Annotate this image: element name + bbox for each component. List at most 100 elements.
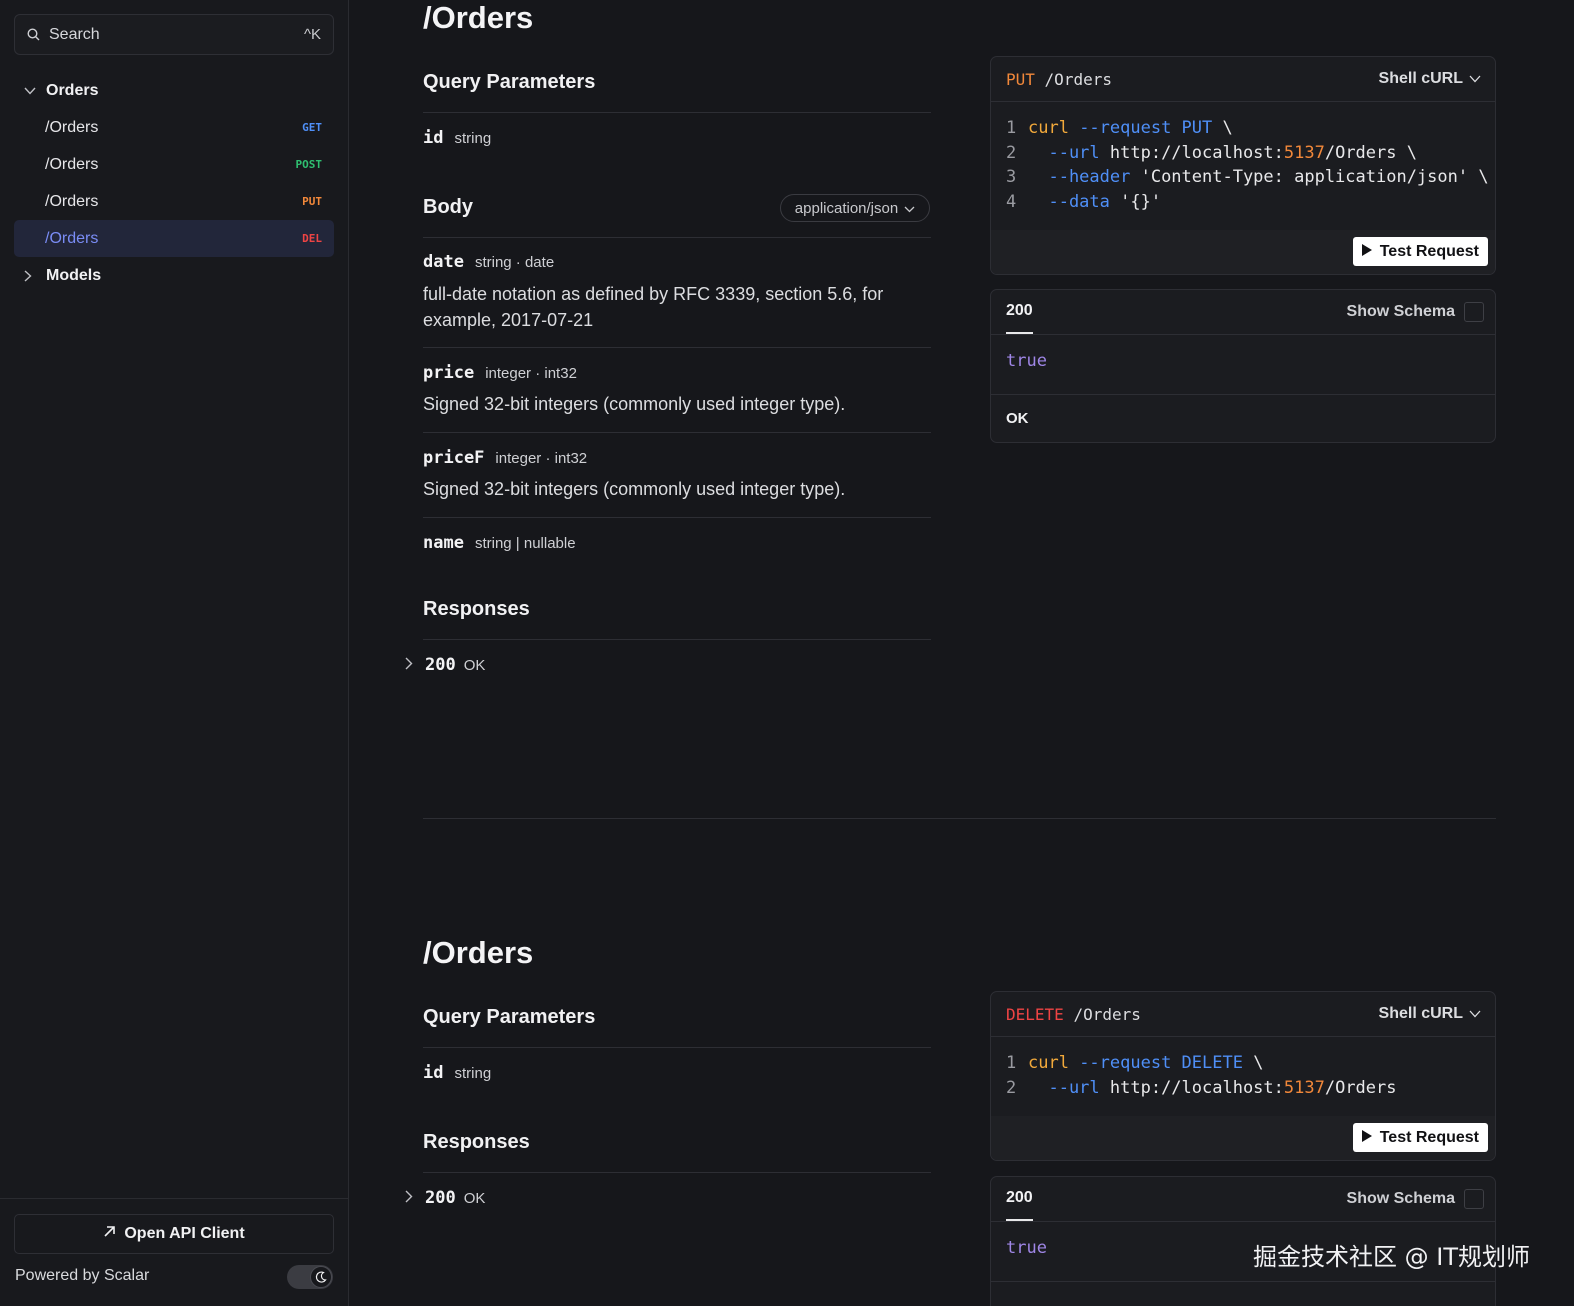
powered-by-text: Powered by Scalar — [15, 1267, 150, 1284]
moon-icon — [310, 1266, 332, 1288]
response-example-header: 200 Show Schema — [991, 1177, 1495, 1222]
param-description: full-date notation as defined by RFC 333… — [423, 284, 884, 330]
sidebar-item-label: /Orders — [45, 192, 99, 210]
param-description: Signed 32-bit integers (commonly used in… — [423, 479, 846, 499]
code-line: 2 --url http://localhost:5137/Orders \ — [1006, 142, 1417, 163]
param-name-field: name string | nullable — [423, 533, 576, 553]
play-icon — [1361, 243, 1372, 261]
query-parameters-heading: Query Parameters — [423, 71, 596, 93]
status-tab-200[interactable]: 200 — [1006, 302, 1033, 334]
play-icon — [1361, 1129, 1372, 1147]
body-heading: Body — [423, 196, 473, 218]
sidebar-group-label: Orders — [46, 81, 99, 99]
endpoint-title: /Orders — [423, 0, 534, 35]
search-placeholder: Search — [49, 25, 100, 43]
open-api-client-label: Open API Client — [124, 1225, 245, 1242]
status-tab-200[interactable]: 200 — [1006, 1189, 1033, 1221]
sidebar: Search ^K Orders /Orders GET /Orders POS… — [0, 0, 349, 1306]
chevron-down-icon — [1469, 70, 1481, 88]
param-id: id string — [423, 128, 491, 148]
sidebar-footer: Open API Client Powered by Scalar — [0, 1198, 348, 1306]
param-price: price integer · int32 — [423, 363, 577, 383]
param-type: integer · int32 — [495, 450, 588, 467]
param-type: string · date — [474, 254, 555, 271]
language-select[interactable]: Shell cURL — [1379, 70, 1481, 88]
sidebar-item-label: /Orders — [45, 229, 99, 247]
param-pricef: priceF integer · int32 — [423, 448, 587, 468]
sidebar-item-orders-delete[interactable]: /Orders DEL — [14, 220, 334, 257]
test-request-button[interactable]: Test Request — [1352, 1123, 1488, 1152]
divider — [423, 1172, 931, 1173]
chevron-right-icon — [24, 269, 38, 282]
show-schema-checkbox[interactable] — [1464, 302, 1484, 322]
request-example-header: PUT /Orders Shell cURL — [991, 57, 1495, 102]
response-code: 200 — [425, 655, 456, 675]
response-200-row[interactable]: 200 OK — [405, 1188, 485, 1208]
language-label: Shell cURL — [1378, 1005, 1463, 1022]
request-example-title: DELETE /Orders — [1006, 1005, 1141, 1024]
sidebar-group-models[interactable]: Models — [14, 257, 334, 294]
sidebar-item-orders-get[interactable]: /Orders GET — [14, 109, 334, 146]
response-200-row[interactable]: 200 OK — [405, 655, 485, 675]
param-name: id — [423, 128, 444, 148]
response-body: true — [991, 335, 1495, 395]
chevron-right-icon — [405, 1190, 417, 1206]
method-label: PUT — [1006, 69, 1035, 89]
query-parameters-heading: Query Parameters — [423, 1006, 596, 1028]
method-badge-put: PUT — [302, 195, 322, 208]
divider — [423, 347, 931, 348]
show-schema-toggle[interactable]: Show Schema — [1347, 302, 1484, 322]
param-name: name — [423, 533, 464, 553]
request-example-footer: Test Request — [991, 230, 1495, 274]
response-example-header: 200 Show Schema — [991, 290, 1495, 335]
arrow-up-right-icon — [103, 1225, 116, 1243]
show-schema-toggle[interactable]: Show Schema — [1347, 1189, 1484, 1209]
response-code: 200 — [425, 1188, 456, 1208]
param-id: id string — [423, 1063, 491, 1083]
param-name: date — [423, 252, 464, 272]
section-divider — [423, 818, 1496, 819]
code-block: 1 curl --request PUT \ 2 --url http://loca… — [991, 102, 1495, 230]
content-type-select[interactable]: application/json — [780, 194, 930, 222]
method-badge-get: GET — [302, 121, 322, 134]
method-label: DELETE — [1006, 1004, 1064, 1024]
test-request-button[interactable]: Test Request — [1352, 237, 1488, 266]
watermark: 掘金技术社区 @ IT规划师 — [1253, 1243, 1530, 1271]
sidebar-nav: Orders /Orders GET /Orders POST /Orders … — [14, 72, 334, 294]
divider — [423, 112, 931, 113]
sidebar-item-orders-post[interactable]: /Orders POST — [14, 146, 334, 183]
dark-mode-toggle[interactable] — [287, 1265, 333, 1289]
param-type: string | nullable — [474, 535, 576, 552]
divider — [423, 237, 931, 238]
test-request-label: Test Request — [1379, 1128, 1479, 1146]
sidebar-item-orders-put[interactable]: /Orders PUT — [14, 183, 334, 220]
open-api-client-button[interactable]: Open API Client — [14, 1214, 334, 1254]
request-path: /Orders — [1044, 69, 1112, 89]
response-text: OK — [463, 657, 486, 674]
method-badge-post: POST — [295, 158, 323, 171]
show-schema-label: Show Schema — [1346, 1190, 1455, 1207]
param-type: integer · int32 — [485, 365, 577, 382]
sidebar-item-label: /Orders — [45, 118, 99, 136]
param-name: priceF — [423, 448, 485, 468]
chevron-down-icon — [904, 200, 915, 217]
show-schema-checkbox[interactable] — [1464, 1189, 1484, 1209]
content-type-value: application/json — [794, 199, 899, 217]
search-input[interactable]: Search ^K — [14, 14, 334, 55]
param-date: date string · date — [423, 252, 554, 272]
show-schema-label: Show Schema — [1346, 303, 1455, 320]
response-description: OK — [1006, 410, 1029, 427]
response-text: OK — [463, 1190, 486, 1207]
chevron-right-icon — [405, 657, 417, 673]
responses-heading: Responses — [423, 598, 530, 620]
request-example-card: PUT /Orders Shell cURL 1 curl --request P… — [990, 56, 1496, 275]
param-type: string — [454, 1065, 492, 1082]
sidebar-group-label: Models — [46, 266, 102, 284]
language-select[interactable]: Shell cURL — [1379, 1005, 1481, 1023]
divider — [423, 639, 931, 640]
test-request-label: Test Request — [1379, 242, 1479, 260]
param-description: Signed 32-bit integers (commonly used in… — [423, 394, 846, 414]
code-line: 4 --data '{}' — [1006, 191, 1162, 212]
method-badge-delete: DEL — [302, 232, 322, 245]
sidebar-group-orders[interactable]: Orders — [14, 72, 334, 109]
